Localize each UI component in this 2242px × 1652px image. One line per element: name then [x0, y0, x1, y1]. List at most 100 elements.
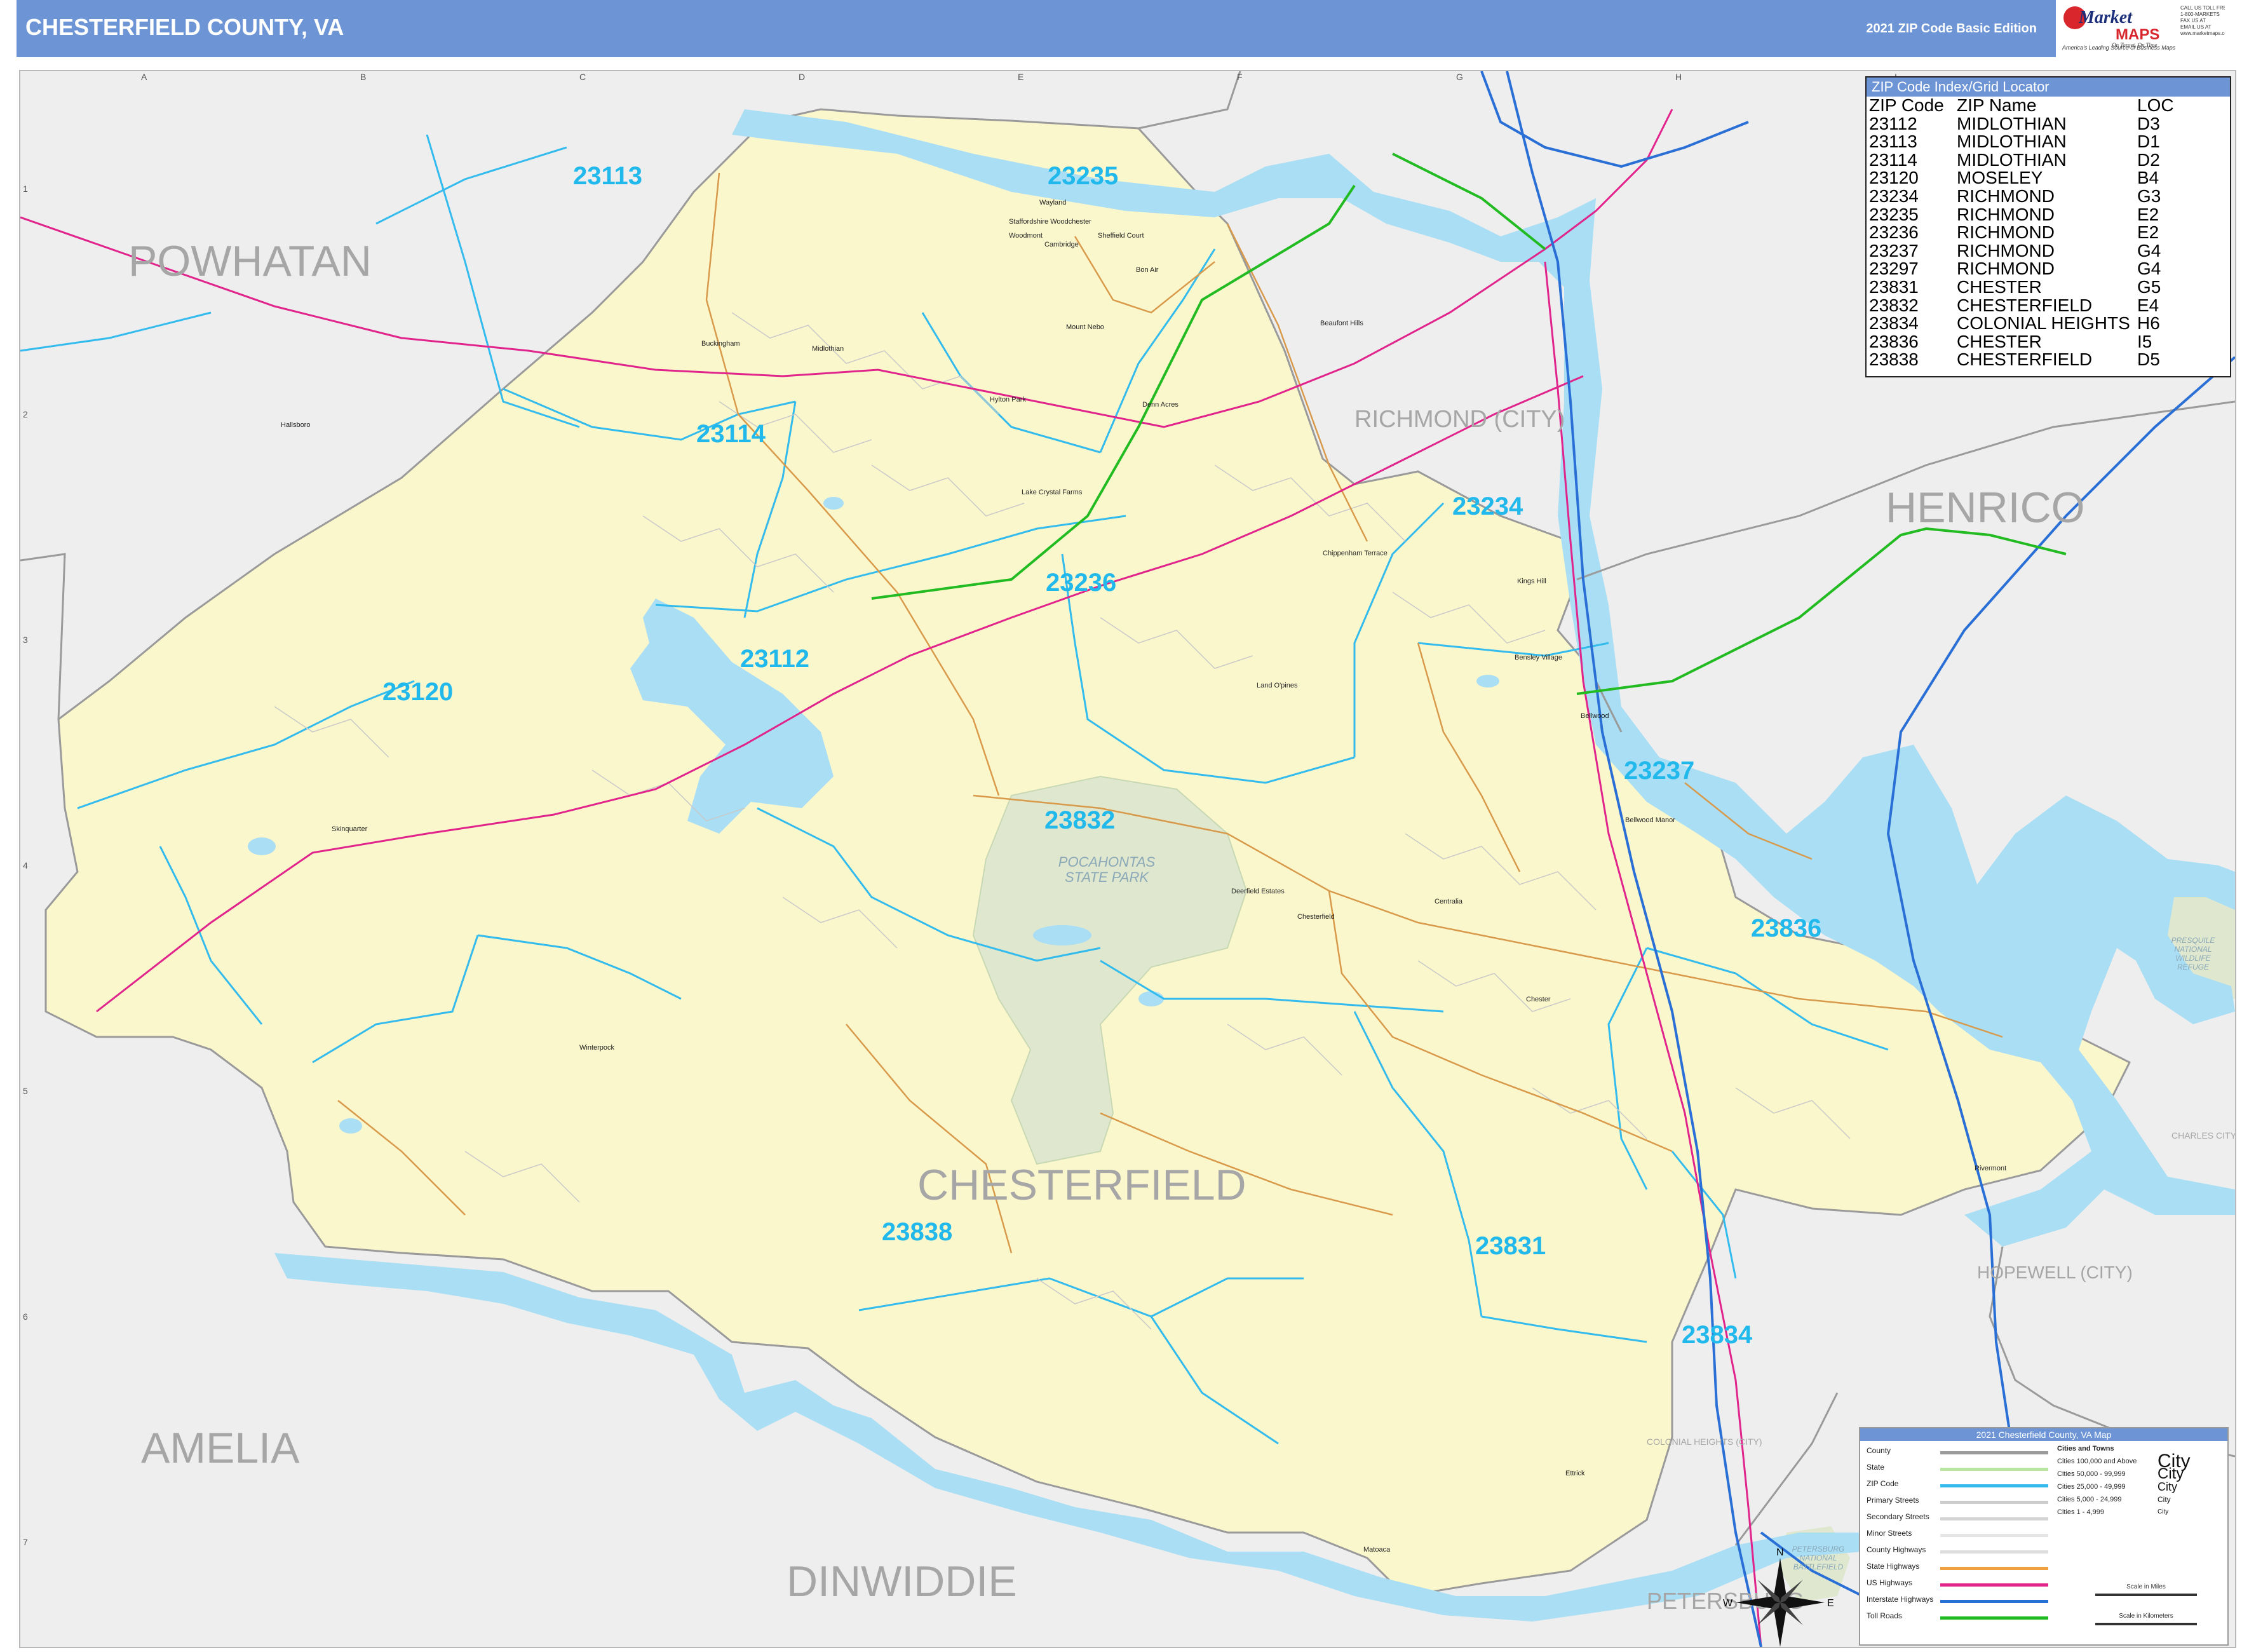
park-label-pocahontas: POCAHONTAS: [1058, 854, 1156, 870]
legend-item-swatch: [1940, 1501, 2048, 1504]
zip-index-cell-loc: I5: [2137, 331, 2152, 351]
place-wayland: Wayland: [1039, 199, 1066, 207]
grid-row-7: 7: [23, 1537, 28, 1547]
legend-city-label: Cities 25,000 - 49,999: [2057, 1483, 2126, 1491]
map-legend: 2021 Chesterfield County, VA Map County S…: [1859, 1427, 2229, 1646]
grid-col-h: H: [1675, 72, 1682, 82]
logo-text-market: Market: [2078, 8, 2133, 27]
place-chesterfield: Chesterfield: [1297, 913, 1335, 921]
legend-item-swatch: [1940, 1534, 2048, 1537]
zip-label-23235: 23235: [1048, 162, 1118, 190]
zip-index-cell-loc: E4: [2137, 295, 2159, 315]
zip-label-23113: 23113: [573, 162, 642, 190]
zip-index-cell-name: CHESTERFIELD: [1957, 295, 2093, 315]
zip-index-cell-loc: G3: [2137, 186, 2161, 206]
zip-index-cell-zip: 23834: [1869, 313, 1919, 334]
zip-index-cell-name: CHESTER: [1957, 331, 2042, 351]
grid-col-d: D: [799, 72, 805, 82]
grid-row-3: 3: [23, 635, 28, 645]
legend-city-label: Cities 1 - 4,999: [2057, 1508, 2104, 1516]
compass-w: W: [1723, 1598, 1733, 1609]
grid-row-5: 5: [23, 1086, 28, 1096]
zip-index-cell-name: RICHMOND: [1957, 222, 2055, 243]
place-ettrick: Ettrick: [1565, 1470, 1585, 1477]
page-title: CHESTERFIELD COUNTY, VA: [25, 14, 344, 40]
legend-item-swatch: [1940, 1616, 2048, 1620]
region-label-hopewell: HOPEWELL (CITY): [1977, 1263, 2133, 1282]
zip-index-row: 23113 MIDLOTHIAN D1: [1869, 133, 2174, 151]
zip-index-row: 23836 CHESTER I5: [1869, 331, 2174, 351]
zip-label-23114: 23114: [696, 420, 766, 448]
legend-item-label: ZIP Code: [1867, 1479, 1899, 1488]
zip-label-23838: 23838: [882, 1218, 952, 1246]
grid-row-1: 1: [23, 184, 28, 194]
legend-item-swatch: [1940, 1468, 2048, 1471]
zip-index-cell-name: RICHMOND: [1957, 186, 2055, 206]
zip-index-cell-zip: 23297: [1869, 259, 1919, 279]
grid-col-b: B: [360, 72, 366, 82]
zip-index-row: 23234 RICHMOND G3: [1869, 187, 2174, 206]
market-maps-logo: Market MAPS On Target, On Time: [2063, 6, 2159, 48]
park-label-presquile: PRESQUILE: [2171, 936, 2216, 945]
place-lake-crystal: Lake Crystal Farms: [1022, 489, 1083, 496]
map-page: CHESTERFIELD COUNTY, VA 2021 ZIP Code Ba…: [0, 0, 2242, 1652]
region-label-charles-city: CHARLES CITY: [2171, 1130, 2235, 1141]
legend-item-swatch: [1940, 1550, 2048, 1554]
zip-index-cell-name: COLONIAL HEIGHTS: [1957, 313, 2130, 334]
zip-index-cell-loc: D1: [2137, 132, 2160, 152]
zip-index-row: 23838 CHESTERFIELD D5: [1869, 351, 2174, 369]
zip-index-cell-loc: G4: [2137, 240, 2161, 261]
zip-index-cell-zip: 23832: [1869, 295, 1919, 315]
zip-label-23831: 23831: [1475, 1232, 1546, 1260]
park-label-petersburg-nb: PETERSBURG: [1792, 1545, 1845, 1554]
place-staffordshire: Staffordshire Woodchester: [1009, 218, 1091, 226]
legend-city-sample: City: [2158, 1508, 2169, 1515]
place-chester: Chester: [1526, 996, 1551, 1003]
zip-label-23836: 23836: [1751, 914, 1821, 942]
contact-line: FAX US AT: [2180, 18, 2206, 24]
legend-item-swatch: [1940, 1567, 2048, 1570]
place-land-o-pines: Land O'pines: [1257, 682, 1298, 689]
legend-city-sample: City: [2158, 1465, 2184, 1482]
zip-index-row: 23831 CHESTER G5: [1869, 278, 2174, 297]
place-midlothian: Midlothian: [812, 345, 844, 353]
grid-col-a: A: [141, 72, 147, 82]
zip-index-cell-loc: E2: [2137, 222, 2159, 243]
zip-index-header-row: ZIP Code ZIP Name LOC: [1869, 95, 2174, 115]
place-bon-air: Bon Air: [1136, 266, 1159, 274]
publisher-box: Market MAPS On Target, On Time America's…: [2056, 0, 2227, 57]
zip-index-cell-name: MOSELEY: [1957, 168, 2043, 188]
place-bellwood: Bellwood: [1581, 712, 1609, 720]
county-label-dinwiddie: DINWIDDIE: [787, 1557, 1017, 1606]
zip-index-cell-loc: D2: [2137, 149, 2160, 170]
zip-index-cell-zip: 23836: [1869, 331, 1919, 351]
zip-index-cell-loc: D5: [2137, 349, 2160, 370]
legend-city-label: Cities 100,000 and Above: [2057, 1458, 2137, 1465]
county-label-amelia: AMELIA: [141, 1424, 300, 1472]
place-chippenham: Chippenham Terrace: [1323, 550, 1388, 557]
scale-miles-bar: [2095, 1594, 2197, 1596]
zip-index-cell-zip: 23112: [1869, 113, 1917, 133]
zip-index-cell-zip: 23234: [1869, 186, 1919, 206]
edition-label: 2021 ZIP Code Basic Edition: [1866, 22, 2037, 36]
zip-index-header-zip: ZIP Code: [1869, 95, 1944, 115]
contact-link[interactable]: www.marketmaps.com: [2180, 30, 2225, 37]
zip-index-cell-name: CHESTERFIELD: [1957, 349, 2093, 370]
zip-label-23834: 23834: [1682, 1321, 1753, 1349]
zip-index-cell-loc: H6: [2137, 313, 2160, 334]
region-label-colonial-heights: COLONIAL HEIGHTS (CITY): [1647, 1437, 1762, 1447]
zip-index-cell-zip: 23120: [1869, 168, 1919, 188]
zip-index-table: ZIP Code ZIP Name LOC 23112 MIDLOTHIAN D3 2…: [1869, 95, 2174, 369]
place-mount-nebo: Mount Nebo: [1066, 323, 1104, 331]
zip-index-cell-name: RICHMOND: [1957, 259, 2055, 279]
zip-code-index-panel: ZIP Code Index/Grid Locator ZIP Code ZIP…: [1865, 76, 2231, 377]
park-label-national: NATIONAL: [2174, 945, 2212, 954]
park-label-wildlife: WILDLIFE: [2175, 954, 2211, 963]
place-winterpock: Winterpock: [579, 1044, 615, 1052]
zip-index-header-name: ZIP Name: [1957, 95, 2037, 115]
contact-line: 1-800-MARKETS: [2180, 11, 2220, 17]
zip-index-row: 23297 RICHMOND G4: [1869, 260, 2174, 278]
legend-item-label: State: [1867, 1463, 1885, 1472]
legend-item-swatch: [1940, 1484, 2048, 1487]
place-rivermont: Rivermont: [1975, 1165, 2006, 1172]
